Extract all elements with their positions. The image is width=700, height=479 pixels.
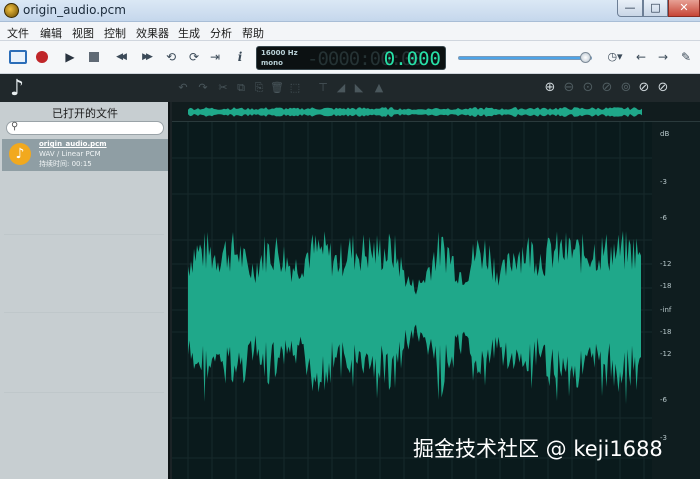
undo-icon[interactable]: ↶ xyxy=(176,81,190,95)
file-format: WAV / Linear PCM xyxy=(39,150,101,158)
fade-in-icon[interactable]: ◢ xyxy=(334,81,348,95)
zoom-fit-icon[interactable]: ⊘ xyxy=(599,80,615,96)
window-title: origin_audio.pcm xyxy=(23,3,126,17)
menu-analyze[interactable]: 分析 xyxy=(210,25,232,41)
amplitude-zoom-out-icon[interactable]: ⊘ xyxy=(655,80,671,96)
db-label: -18 xyxy=(660,328,672,336)
mute-icon[interactable]: ✎ xyxy=(678,49,694,65)
waveform-overview[interactable] xyxy=(172,102,700,122)
menu-file[interactable]: 文件 xyxy=(7,25,29,41)
list-divider xyxy=(4,312,164,313)
zoom-in-icon[interactable]: ⊕ xyxy=(542,80,558,96)
play-button[interactable]: ▶ xyxy=(62,49,78,65)
open-files-panel: 已打开的文件 ⚲ ♪ origin_audio.pcm WAV / Linear… xyxy=(0,102,170,479)
menu-view[interactable]: 视图 xyxy=(72,25,94,41)
normalize-icon[interactable]: ▲ xyxy=(372,81,386,95)
menu-bar: 文件 编辑 视图 控制 效果器 生成 分析 帮助 xyxy=(0,22,700,41)
menu-effects[interactable]: 效果器 xyxy=(136,25,169,41)
monitor-icon[interactable] xyxy=(9,50,27,64)
app-window: origin_audio.pcm — □ ✕ 文件 编辑 视图 控制 效果器 生… xyxy=(0,0,700,479)
fade-out-icon[interactable]: ◣ xyxy=(352,81,366,95)
list-divider xyxy=(4,234,164,235)
repeat-icon[interactable]: ⟳ xyxy=(186,49,202,65)
db-label: -6 xyxy=(660,214,667,222)
close-button[interactable]: ✕ xyxy=(668,0,700,17)
paste-icon[interactable]: ⎘ xyxy=(252,81,266,95)
db-scale: dB -3 -6 -12 -18 -inf -18 -12 -6 -3 xyxy=(652,122,700,479)
amplitude-zoom-in-icon[interactable]: ⊘ xyxy=(636,80,652,96)
title-bar: origin_audio.pcm — □ ✕ xyxy=(0,0,700,22)
time-display: 16000 Hz mono -0000:00:00 0.000 xyxy=(256,46,446,70)
trim-icon[interactable]: ⊤ xyxy=(316,81,330,95)
copy-icon[interactable]: ⧉ xyxy=(234,81,248,95)
db-label: -inf xyxy=(660,306,672,314)
minimize-button[interactable]: — xyxy=(617,0,643,17)
db-label: dB xyxy=(660,130,670,138)
waveform-view[interactable]: dB -3 -6 -12 -18 -inf -18 -12 -6 -3 xyxy=(172,102,700,479)
skip-icon[interactable]: ⇥ xyxy=(207,49,223,65)
loop-icon[interactable]: ⟲ xyxy=(163,49,179,65)
search-icon: ⚲ xyxy=(11,121,19,132)
zoom-selection-icon[interactable]: ⊙ xyxy=(580,80,596,96)
playback-time: 0.000 xyxy=(383,48,441,70)
db-label: -3 xyxy=(660,178,667,186)
app-icon xyxy=(4,3,19,18)
crop-icon[interactable]: ⬚ xyxy=(288,81,302,95)
volume-slider[interactable] xyxy=(458,56,592,60)
redo-icon[interactable]: ↷ xyxy=(196,81,210,95)
back-arrow-icon[interactable]: ← xyxy=(633,49,649,65)
list-divider xyxy=(4,392,164,393)
db-label: -6 xyxy=(660,396,667,404)
volume-slider-handle[interactable] xyxy=(580,52,592,63)
record-button[interactable] xyxy=(36,51,48,63)
history-icon[interactable]: ◷▾ xyxy=(604,49,626,65)
cut-icon[interactable]: ✂ xyxy=(216,81,230,95)
waveform-canvas[interactable] xyxy=(172,122,652,479)
info-button[interactable]: i xyxy=(232,49,248,65)
file-name: origin_audio.pcm xyxy=(39,140,107,148)
zoom-out-icon[interactable]: ⊖ xyxy=(561,80,577,96)
db-label: -12 xyxy=(660,350,672,358)
overview-waveform xyxy=(188,107,642,117)
db-label: -18 xyxy=(660,282,672,290)
music-note-icon: ♪ xyxy=(10,76,25,101)
menu-control[interactable]: 控制 xyxy=(104,25,126,41)
menu-generate[interactable]: 生成 xyxy=(178,25,200,41)
sample-rate-label: 16000 Hz xyxy=(261,49,298,57)
watermark: 掘金技术社区 @ keji1688 xyxy=(413,437,663,461)
channel-label: mono xyxy=(261,59,283,67)
file-list-item[interactable]: ♪ origin_audio.pcm WAV / Linear PCM 持续时间… xyxy=(2,139,168,171)
db-label: -12 xyxy=(660,260,672,268)
fast-forward-button[interactable]: ▶▶ xyxy=(138,49,154,65)
edit-toolbar: ♪ ↶ ↷ ✂ ⧉ ⎘ 🗑 ⬚ ⊤ ◢ ◣ ▲ ⊕ ⊖ ⊙ ⊘ ⊚ ⊘ ⊘ xyxy=(0,74,700,102)
audio-file-icon: ♪ xyxy=(9,143,31,165)
rewind-button[interactable]: ◀◀ xyxy=(112,49,128,65)
file-duration: 持续时间: 00:15 xyxy=(39,160,92,168)
zoom-reset-icon[interactable]: ⊚ xyxy=(618,80,634,96)
panel-title: 已打开的文件 xyxy=(52,107,118,120)
file-search-input[interactable]: ⚲ xyxy=(6,121,164,135)
menu-edit[interactable]: 编辑 xyxy=(40,25,62,41)
main-toolbar: ▶ ◀◀ ▶▶ ⟲ ⟳ ⇥ i 16000 Hz mono -0000:00:0… xyxy=(0,41,700,74)
forward-arrow-icon[interactable]: → xyxy=(655,49,671,65)
delete-icon[interactable]: 🗑 xyxy=(270,81,284,95)
menu-help[interactable]: 帮助 xyxy=(242,25,264,41)
maximize-button[interactable]: □ xyxy=(643,0,668,17)
stop-button[interactable] xyxy=(89,52,99,62)
